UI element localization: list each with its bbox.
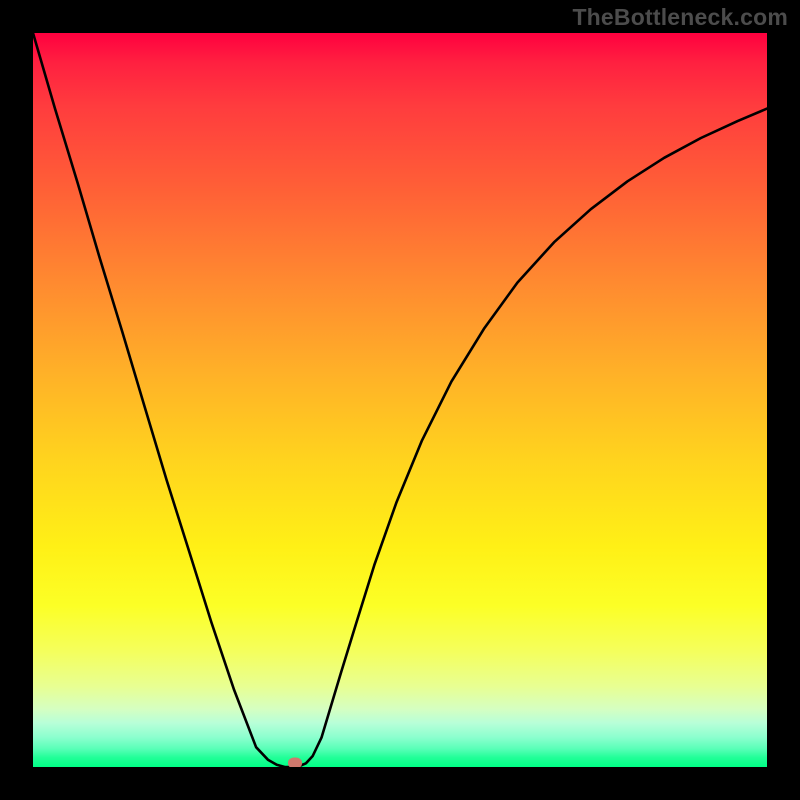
curve-svg bbox=[33, 33, 767, 767]
plot-area bbox=[33, 33, 767, 767]
watermark-text: TheBottleneck.com bbox=[572, 4, 788, 31]
bottleneck-curve-line bbox=[33, 33, 767, 767]
marker-point bbox=[288, 757, 302, 767]
chart-frame: TheBottleneck.com bbox=[0, 0, 800, 800]
